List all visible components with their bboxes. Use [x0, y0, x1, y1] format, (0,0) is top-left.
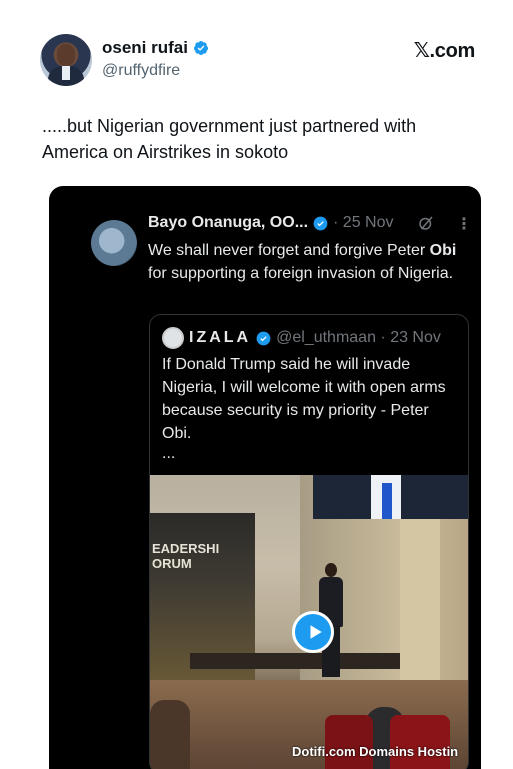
play-icon [310, 625, 322, 639]
video-banner-text: EADERSHI ORUM [152, 541, 220, 571]
x-logo[interactable]: 𝕏.com [414, 38, 476, 63]
speaker-head [325, 563, 337, 577]
tweet-body: .....but Nigerian government just partne… [42, 116, 417, 162]
tweet-header: oseni rufai @ruffydfire 𝕏.com [40, 34, 480, 90]
verified-badge-icon [193, 41, 208, 55]
quoted-tweet-date: · 25 Nov [333, 214, 394, 231]
more-options-icon[interactable]: ⋮ [456, 214, 472, 234]
inner-tweet-header: IZALA @el_uthmaan · 23 Nov [162, 327, 441, 349]
inner-handle-date: @el_uthmaan · 23 Nov [276, 329, 441, 346]
grok-icon[interactable] [417, 214, 435, 237]
inner-tweet-text: If Donald Trump said he will invade Nige… [162, 356, 446, 442]
author-handle[interactable]: @ruffydfire [102, 62, 180, 80]
watermark: Dotifi.com Domains Hostin [292, 744, 459, 759]
avatar-face [57, 44, 75, 66]
inner-author-avatar[interactable] [162, 327, 184, 349]
quoted-tweet-header: Bayo Onanuga, OO... · 25 Nov [148, 214, 394, 232]
video-chair [325, 715, 373, 769]
verified-badge-icon [256, 331, 271, 345]
quoted-text-bold: Obi [429, 242, 457, 259]
inner-tweet-ellipsis: ... [162, 445, 176, 462]
video-inset-tie [382, 483, 392, 519]
quoted-text-part2: for supporting a foreign invasion of Nig… [148, 265, 454, 282]
quoted-text-part1: We shall never forget and forgive Peter [148, 242, 430, 259]
quoted-tweet-text: We shall never forget and forgive Peter … [148, 239, 468, 285]
quoted-tweet-screenshot[interactable]: Bayo Onanuga, OO... · 25 Nov ⋮ We shall … [49, 186, 481, 769]
play-button[interactable] [292, 611, 334, 653]
author-name-row: oseni rufai [102, 38, 209, 58]
author-avatar[interactable] [40, 34, 92, 86]
inner-author-name[interactable]: IZALA [189, 329, 251, 347]
verified-badge-icon [313, 216, 328, 230]
quoted-author-avatar[interactable] [91, 220, 137, 266]
video-table [190, 653, 400, 669]
inner-quoted-tweet[interactable]: IZALA @el_uthmaan · 23 Nov If Donald Tru… [149, 314, 469, 769]
video-chair [390, 715, 450, 769]
avatar-shirt [62, 66, 70, 80]
video-thumbnail[interactable]: EADERSHI ORUM [150, 475, 468, 769]
video-pillar [400, 515, 440, 685]
author-display-name[interactable]: oseni rufai [102, 38, 188, 58]
video-audience-left [150, 700, 190, 769]
quoted-author-name[interactable]: Bayo Onanuga, OO... [148, 214, 308, 232]
